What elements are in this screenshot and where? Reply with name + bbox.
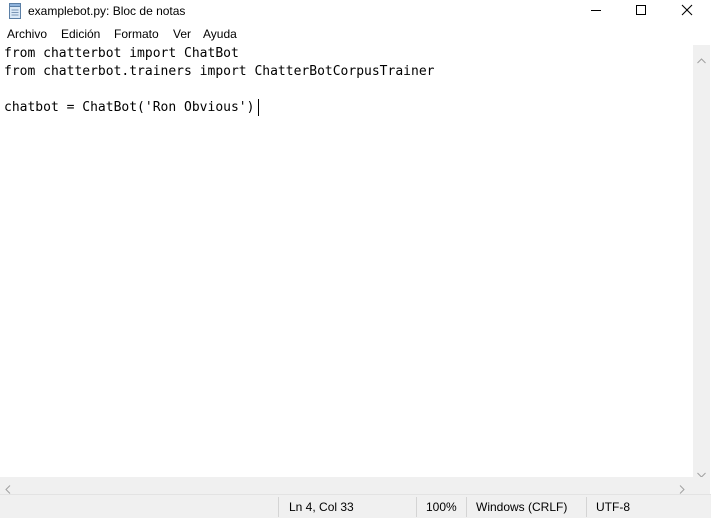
- status-cursor-position: Ln 4, Col 33: [289, 500, 354, 514]
- notepad-icon[interactable]: [8, 3, 22, 19]
- close-icon: [681, 4, 693, 16]
- status-line-ending: Windows (CRLF): [476, 500, 568, 514]
- status-divider: [466, 497, 467, 517]
- status-divider: [278, 497, 279, 517]
- status-divider: [586, 497, 587, 517]
- text-editor[interactable]: from chatterbot import ChatBot from chat…: [0, 45, 693, 477]
- status-encoding: UTF-8: [596, 500, 630, 514]
- editor-line-1: from chatterbot import ChatBot: [4, 46, 239, 61]
- menu-formato[interactable]: Formato: [114, 27, 159, 42]
- menu-archivo[interactable]: Archivo: [7, 27, 47, 42]
- scroll-corner: [693, 477, 710, 494]
- editor-line-2: from chatterbot.trainers import ChatterB…: [4, 64, 435, 79]
- menu-ver[interactable]: Ver: [173, 27, 191, 42]
- window-title: examplebot.py: Bloc de notas: [28, 4, 186, 18]
- scroll-up-icon[interactable]: [697, 51, 706, 69]
- status-zoom: 100%: [426, 500, 457, 514]
- close-button[interactable]: [664, 0, 710, 22]
- horizontal-scrollbar[interactable]: [0, 477, 693, 494]
- menu-bar: Archivo Edición Formato Ver Ayuda: [0, 24, 711, 44]
- menu-edicion[interactable]: Edición: [61, 27, 100, 42]
- maximize-icon: [636, 5, 646, 15]
- minimize-icon: [591, 10, 601, 11]
- maximize-button[interactable]: [618, 0, 664, 22]
- minimize-button[interactable]: [573, 0, 619, 22]
- title-bar[interactable]: examplebot.py: Bloc de notas: [0, 0, 711, 23]
- menu-ayuda[interactable]: Ayuda: [203, 27, 237, 42]
- status-bar: Ln 4, Col 33 100% Windows (CRLF) UTF-8: [0, 494, 711, 518]
- notepad-window: examplebot.py: Bloc de notas Archivo Edi…: [0, 0, 711, 518]
- status-divider: [416, 497, 417, 517]
- text-caret: [258, 99, 259, 116]
- editor-line-4: chatbot = ChatBot('Ron Obvious'): [4, 100, 255, 115]
- vertical-scrollbar[interactable]: [693, 45, 710, 478]
